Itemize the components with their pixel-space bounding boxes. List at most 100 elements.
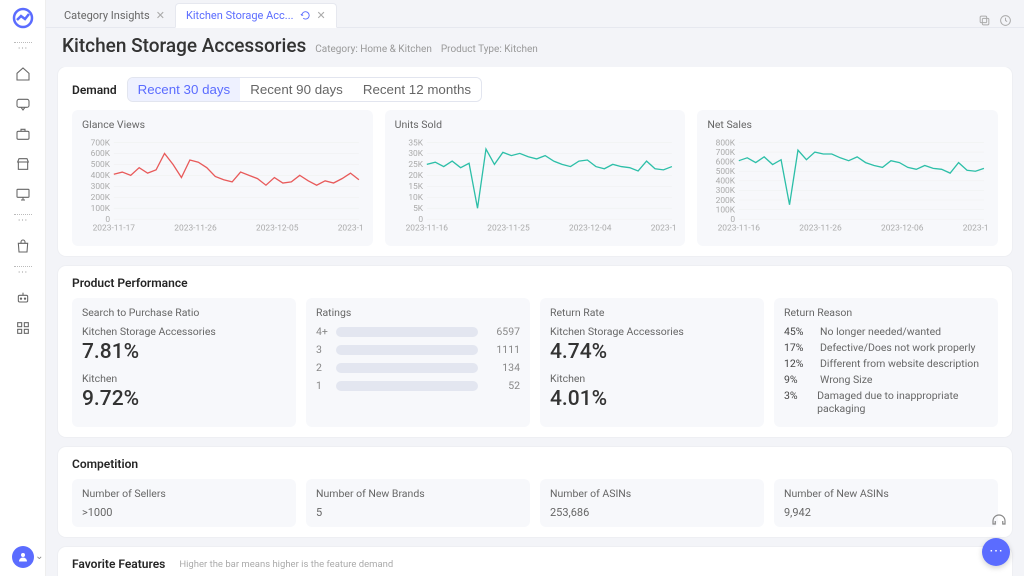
copy-icon[interactable]	[978, 14, 991, 27]
card-title: Search to Purchase Ratio	[82, 306, 286, 319]
briefcase-icon[interactable]	[6, 120, 40, 148]
monitor-icon[interactable]	[6, 180, 40, 208]
metric-value: 7.81%	[82, 340, 286, 364]
refresh-icon[interactable]	[300, 10, 311, 21]
svg-text:2023-11-25: 2023-11-25	[487, 223, 530, 233]
page-header: Kitchen Storage Accessories Category: Ho…	[46, 28, 1024, 67]
section-title-favorite-features: Favorite Features	[72, 557, 165, 571]
metric-value: 4.01%	[550, 387, 754, 411]
card-title: Return Reason	[784, 306, 988, 319]
breadcrumb-category: Category: Home & Kitchen	[315, 44, 432, 55]
card-title: Ratings	[316, 306, 520, 319]
chat-icon[interactable]	[6, 90, 40, 118]
metric-value: 9.72%	[82, 387, 286, 411]
more-actions-fab[interactable]	[982, 538, 1010, 566]
tab-category-insights[interactable]: Category Insights ✕	[54, 4, 175, 27]
tab-label: Kitchen Storage Acc...	[186, 9, 294, 22]
svg-text:400K: 400K	[716, 177, 736, 187]
apps-grid-icon[interactable]	[6, 314, 40, 342]
chevron-down-icon: ⌄	[35, 551, 43, 562]
metric-label: Kitchen	[82, 372, 286, 385]
metric-label: Kitchen	[550, 372, 754, 385]
return-reason-row: 3%Damaged due to inappropriate packaging	[784, 389, 988, 415]
ratings-row: 152	[316, 379, 520, 392]
svg-text:5K: 5K	[413, 204, 424, 214]
svg-text:10K: 10K	[408, 193, 423, 203]
competition-card: Number of New Brands5	[306, 479, 530, 527]
section-title-demand: Demand	[72, 83, 117, 97]
svg-text:700K: 700K	[91, 138, 111, 148]
svg-text:200K: 200K	[716, 196, 736, 206]
return-reason-row: 12%Different from website description	[784, 357, 988, 370]
svg-text:15K: 15K	[408, 182, 423, 192]
return-reason-row: 9%Wrong Size	[784, 373, 988, 386]
ratings-row: 31111	[316, 343, 520, 356]
svg-text:600K: 600K	[91, 149, 111, 159]
return-rate-card: Return Rate Kitchen Storage Accessories …	[540, 298, 764, 427]
store-icon[interactable]	[6, 150, 40, 178]
svg-text:800K: 800K	[716, 138, 736, 148]
chart-title: Units Sold	[395, 118, 676, 131]
close-icon[interactable]: ✕	[317, 9, 326, 22]
range-30-days[interactable]: Recent 30 days	[128, 78, 241, 101]
svg-text:2023-12-06: 2023-12-06	[881, 223, 924, 233]
sidebar: ⋯ ⋯ ⋯ ⌄	[0, 0, 46, 576]
svg-text:20K: 20K	[408, 171, 423, 181]
breadcrumb-product-type: Product Type: Kitchen	[441, 44, 538, 55]
svg-text:2023-11-26: 2023-11-26	[174, 223, 217, 233]
range-90-days[interactable]: Recent 90 days	[240, 78, 353, 101]
chart-title: Net Sales	[707, 118, 988, 131]
svg-text:2023-11-16: 2023-11-16	[405, 223, 448, 233]
return-reason-card: Return Reason 45%No longer needed/wanted…	[774, 298, 998, 427]
svg-text:2023-12-05: 2023-12-05	[256, 223, 299, 233]
search-purchase-ratio-card: Search to Purchase Ratio Kitchen Storage…	[72, 298, 296, 427]
svg-text:25K: 25K	[408, 160, 423, 170]
svg-text:500K: 500K	[716, 167, 736, 177]
user-avatar[interactable]: ⌄	[12, 546, 34, 568]
robot-icon[interactable]	[6, 284, 40, 312]
divider-icon: ⋯	[14, 42, 32, 54]
net-sales-chart: Net Sales 0100K200K300K400K500K600K700K8…	[697, 110, 998, 246]
competition-card: Number of Sellers>1000	[72, 479, 296, 527]
app-logo-icon[interactable]	[11, 6, 35, 30]
metric-label: Kitchen Storage Accessories	[550, 325, 754, 338]
time-range-segment: Recent 30 days Recent 90 days Recent 12 …	[127, 77, 482, 102]
competition-card: Number of New ASINs9,942	[774, 479, 998, 527]
performance-panel: Product Performance Search to Purchase R…	[58, 266, 1012, 437]
metric-value: 4.74%	[550, 340, 754, 364]
return-reason-row: 45%No longer needed/wanted	[784, 325, 988, 338]
card-title: Return Rate	[550, 306, 754, 319]
svg-text:200K: 200K	[91, 193, 111, 203]
range-12-months[interactable]: Recent 12 months	[353, 78, 481, 101]
competition-card: Number of ASINs253,686	[540, 479, 764, 527]
svg-text:300K: 300K	[716, 186, 736, 196]
home-icon[interactable]	[6, 60, 40, 88]
svg-text:2023-12-04: 2023-12-04	[569, 223, 612, 233]
page-title: Kitchen Storage Accessories	[62, 34, 306, 57]
svg-text:35K: 35K	[408, 138, 423, 148]
svg-text:2023-12-16: 2023-12-16	[963, 223, 988, 233]
tab-label: Category Insights	[64, 9, 150, 22]
shopping-bag-icon[interactable]	[6, 232, 40, 260]
close-icon[interactable]: ✕	[156, 9, 165, 22]
ratings-card: Ratings 4+6597311112134152	[306, 298, 530, 427]
support-icon[interactable]	[988, 510, 1010, 532]
chart-title: Glance Views	[82, 118, 363, 131]
svg-text:30K: 30K	[408, 149, 423, 159]
history-icon[interactable]	[999, 14, 1012, 27]
svg-text:2023-11-17: 2023-11-17	[93, 223, 136, 233]
svg-text:500K: 500K	[91, 160, 111, 170]
demand-panel: Demand Recent 30 days Recent 90 days Rec…	[58, 67, 1012, 256]
tab-kitchen-storage[interactable]: Kitchen Storage Acc... ✕	[175, 3, 337, 28]
metric-label: Kitchen Storage Accessories	[82, 325, 286, 338]
ratings-row: 2134	[316, 361, 520, 374]
svg-text:2023-11-16: 2023-11-16	[718, 223, 761, 233]
tab-bar: Category Insights ✕ Kitchen Storage Acc.…	[46, 0, 1024, 28]
units-sold-chart: Units Sold 05K10K15K20K25K30K35K2023-11-…	[385, 110, 686, 246]
divider-icon: ⋯	[14, 266, 32, 278]
svg-text:100K: 100K	[716, 205, 736, 215]
divider-icon: ⋯	[14, 214, 32, 226]
glance-views-chart: Glance Views 0100K200K300K400K500K600K70…	[72, 110, 373, 246]
svg-text:2023-12-13: 2023-12-13	[650, 223, 675, 233]
svg-text:700K: 700K	[716, 148, 736, 158]
